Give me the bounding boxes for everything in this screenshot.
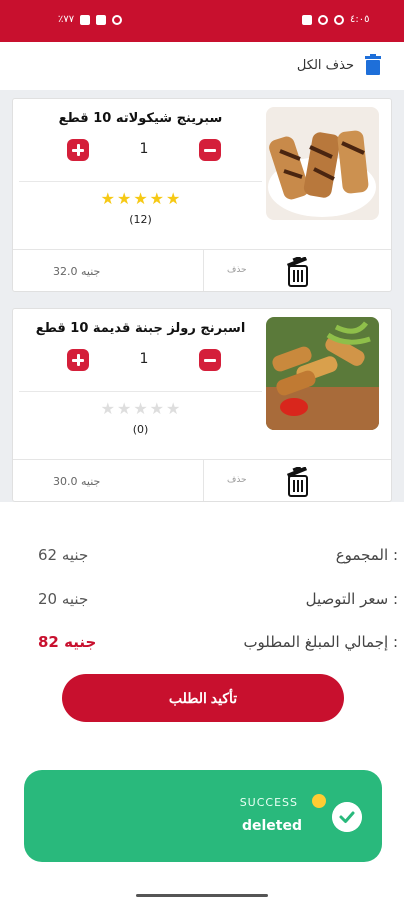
battery-text: ٪٧٧ [58,14,75,25]
decrease-quantity-button[interactable] [199,139,221,161]
delivery-value: 20 جنيه [38,590,89,608]
cart-list: سبرينج شيكولاته 10 قطع 1 ★ ★ ★ ★ ★ (12) [0,90,404,502]
delete-item-icon[interactable] [285,467,311,497]
star-empty-icon: ★ [116,399,132,418]
toast-title: SUCCESS [239,796,298,809]
divider [19,181,262,182]
status-bar: ٪٧٧ ٤:٠٥ [0,0,404,42]
subtotal-label: المجموع : [335,546,398,564]
item-info: سبرينج شيكولاته 10 قطع 1 ★ ★ ★ ★ ★ (12) [19,99,262,249]
rating-stars: ★ ★ ★ ★ ★ [19,191,262,207]
status-time: ٤:٠٥ [350,14,370,25]
item-info: اسبرنج رولز جبنة قديمة 10 قطع 1 ★ ★ ★ ★ … [19,309,262,459]
notification-icon [302,14,312,25]
confirm-order-button[interactable]: تأكيد الطلب [62,674,344,722]
rating-count: (0) [132,423,149,436]
total-row: إجمالي المبلغ المطلوب : 82 جنيه [38,633,398,655]
divider [19,391,262,392]
subtotal-row: المجموع : 62 جنيه [38,546,398,568]
quantity-stepper: 1 [19,139,262,165]
rating-count: (12) [129,213,152,226]
increase-quantity-button[interactable] [67,349,89,371]
cart-item: اسبرنج رولز جبنة قديمة 10 قطع 1 ★ ★ ★ ★ … [12,308,392,502]
total-label: إجمالي المبلغ المطلوب : [243,633,398,651]
heart-eyes-emoji-icon [312,794,326,808]
product-image [266,107,379,220]
subtotal-value: 62 جنيه [38,546,89,564]
trash-icon [365,54,381,75]
signal-icon [96,14,107,25]
wifi-icon [112,14,123,25]
star-empty-icon: ★ [149,399,165,418]
delivery-row: سعر التوصيل : 20 جنيه [38,590,398,612]
star-icon: ★ [100,189,115,208]
cart-item: سبرينج شيكولاته 10 قطع 1 ★ ★ ★ ★ ★ (12) [12,98,392,292]
item-price: 30.0 جنيه [53,475,101,488]
delete-all-label: حذف الكل [296,57,354,73]
delete-item-icon[interactable] [285,257,311,287]
star-icon: ★ [166,189,181,208]
product-image [266,317,379,430]
star-icon: ★ [149,189,165,208]
delete-all-button[interactable]: حذف الكل [297,54,382,76]
check-icon [332,802,362,832]
star-icon: ★ [116,189,132,208]
delete-item-label[interactable]: حذف [227,265,247,275]
star-empty-icon: ★ [133,399,148,418]
item-title: اسبرنج رولز جبنة قديمة 10 قطع [35,321,246,336]
settings-icon [334,14,344,25]
increase-quantity-button[interactable] [67,139,89,161]
item-price: 32.0 جنيه [53,265,101,278]
status-left-icons: ٤:٠٥ [302,14,369,25]
quantity-stepper: 1 [19,349,262,375]
star-icon: ★ [133,189,148,208]
item-title: سبرينج شيكولاته 10 قطع [58,111,223,126]
success-toast: SUCCESS deleted [24,770,382,862]
star-empty-icon: ★ [100,399,115,418]
divider [203,459,204,501]
divider [203,249,204,291]
quantity-value: 1 [139,141,149,157]
delivery-label: سعر التوصيل : [305,590,398,608]
order-summary: المجموع : 62 جنيه سعر التوصيل : 20 جنيه … [0,502,404,900]
decrease-quantity-button[interactable] [199,349,221,371]
battery-icon [80,14,91,25]
cart-toolbar: حذف الكل [0,42,404,90]
delete-item-label[interactable]: حذف [227,475,247,485]
total-value: 82 جنيه [38,633,97,651]
quantity-value: 1 [139,351,149,367]
status-right-icons: ٪٧٧ [58,14,123,25]
messenger-icon [318,14,328,25]
toast-message: deleted [241,818,302,834]
rating-stars: ★ ★ ★ ★ ★ [19,401,262,417]
star-empty-icon: ★ [166,399,181,418]
home-indicator[interactable] [136,894,268,897]
